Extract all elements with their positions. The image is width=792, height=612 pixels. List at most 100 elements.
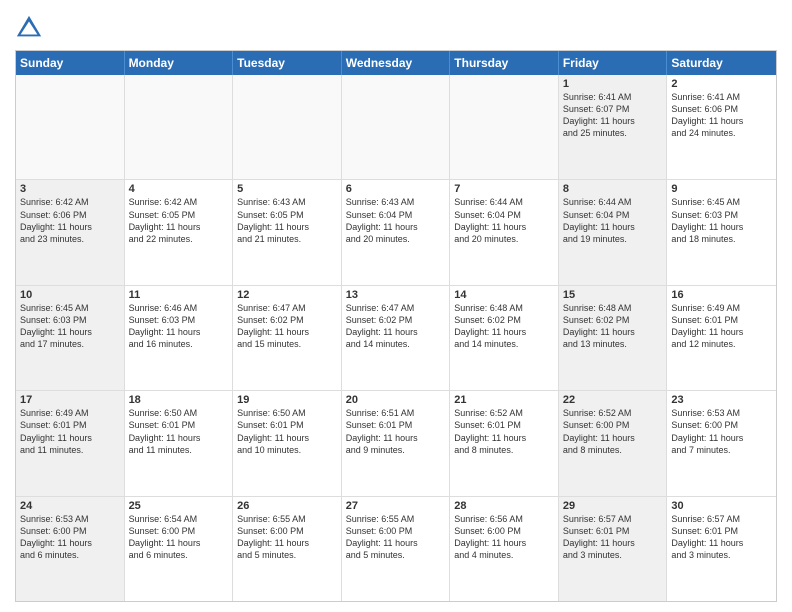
header-day: Saturday <box>667 51 776 75</box>
day-info: Sunrise: 6:42 AM Sunset: 6:06 PM Dayligh… <box>20 196 120 245</box>
calendar-cell: 25Sunrise: 6:54 AM Sunset: 6:00 PM Dayli… <box>125 497 234 601</box>
day-info: Sunrise: 6:53 AM Sunset: 6:00 PM Dayligh… <box>20 513 120 562</box>
day-number: 28 <box>454 500 554 512</box>
calendar-cell: 1Sunrise: 6:41 AM Sunset: 6:07 PM Daylig… <box>559 75 668 179</box>
calendar-cell: 13Sunrise: 6:47 AM Sunset: 6:02 PM Dayli… <box>342 286 451 390</box>
header-day: Thursday <box>450 51 559 75</box>
calendar-cell: 18Sunrise: 6:50 AM Sunset: 6:01 PM Dayli… <box>125 391 234 495</box>
day-info: Sunrise: 6:43 AM Sunset: 6:05 PM Dayligh… <box>237 196 337 245</box>
day-info: Sunrise: 6:57 AM Sunset: 6:01 PM Dayligh… <box>671 513 772 562</box>
calendar: SundayMondayTuesdayWednesdayThursdayFrid… <box>15 50 777 602</box>
calendar-header: SundayMondayTuesdayWednesdayThursdayFrid… <box>16 51 776 75</box>
calendar-cell: 6Sunrise: 6:43 AM Sunset: 6:04 PM Daylig… <box>342 180 451 284</box>
day-number: 16 <box>671 289 772 301</box>
calendar-cell: 5Sunrise: 6:43 AM Sunset: 6:05 PM Daylig… <box>233 180 342 284</box>
calendar-cell: 2Sunrise: 6:41 AM Sunset: 6:06 PM Daylig… <box>667 75 776 179</box>
day-info: Sunrise: 6:54 AM Sunset: 6:00 PM Dayligh… <box>129 513 229 562</box>
calendar-cell <box>125 75 234 179</box>
logo-icon <box>15 14 43 42</box>
day-info: Sunrise: 6:45 AM Sunset: 6:03 PM Dayligh… <box>20 302 120 351</box>
day-number: 1 <box>563 78 663 90</box>
day-info: Sunrise: 6:48 AM Sunset: 6:02 PM Dayligh… <box>563 302 663 351</box>
header <box>15 10 777 42</box>
calendar-cell: 27Sunrise: 6:55 AM Sunset: 6:00 PM Dayli… <box>342 497 451 601</box>
calendar-cell: 17Sunrise: 6:49 AM Sunset: 6:01 PM Dayli… <box>16 391 125 495</box>
day-number: 17 <box>20 394 120 406</box>
calendar-cell: 24Sunrise: 6:53 AM Sunset: 6:00 PM Dayli… <box>16 497 125 601</box>
day-info: Sunrise: 6:41 AM Sunset: 6:06 PM Dayligh… <box>671 91 772 140</box>
calendar-row: 1Sunrise: 6:41 AM Sunset: 6:07 PM Daylig… <box>16 75 776 180</box>
day-number: 30 <box>671 500 772 512</box>
day-info: Sunrise: 6:43 AM Sunset: 6:04 PM Dayligh… <box>346 196 446 245</box>
calendar-body: 1Sunrise: 6:41 AM Sunset: 6:07 PM Daylig… <box>16 75 776 601</box>
day-number: 23 <box>671 394 772 406</box>
page: SundayMondayTuesdayWednesdayThursdayFrid… <box>0 0 792 612</box>
calendar-cell: 20Sunrise: 6:51 AM Sunset: 6:01 PM Dayli… <box>342 391 451 495</box>
calendar-cell: 9Sunrise: 6:45 AM Sunset: 6:03 PM Daylig… <box>667 180 776 284</box>
day-info: Sunrise: 6:53 AM Sunset: 6:00 PM Dayligh… <box>671 407 772 456</box>
calendar-cell: 3Sunrise: 6:42 AM Sunset: 6:06 PM Daylig… <box>16 180 125 284</box>
calendar-cell: 23Sunrise: 6:53 AM Sunset: 6:00 PM Dayli… <box>667 391 776 495</box>
calendar-cell: 26Sunrise: 6:55 AM Sunset: 6:00 PM Dayli… <box>233 497 342 601</box>
day-info: Sunrise: 6:48 AM Sunset: 6:02 PM Dayligh… <box>454 302 554 351</box>
day-info: Sunrise: 6:44 AM Sunset: 6:04 PM Dayligh… <box>563 196 663 245</box>
calendar-cell: 22Sunrise: 6:52 AM Sunset: 6:00 PM Dayli… <box>559 391 668 495</box>
day-number: 18 <box>129 394 229 406</box>
calendar-row: 3Sunrise: 6:42 AM Sunset: 6:06 PM Daylig… <box>16 180 776 285</box>
calendar-cell: 12Sunrise: 6:47 AM Sunset: 6:02 PM Dayli… <box>233 286 342 390</box>
calendar-cell: 21Sunrise: 6:52 AM Sunset: 6:01 PM Dayli… <box>450 391 559 495</box>
day-info: Sunrise: 6:47 AM Sunset: 6:02 PM Dayligh… <box>346 302 446 351</box>
day-info: Sunrise: 6:55 AM Sunset: 6:00 PM Dayligh… <box>346 513 446 562</box>
day-info: Sunrise: 6:57 AM Sunset: 6:01 PM Dayligh… <box>563 513 663 562</box>
day-info: Sunrise: 6:56 AM Sunset: 6:00 PM Dayligh… <box>454 513 554 562</box>
day-info: Sunrise: 6:47 AM Sunset: 6:02 PM Dayligh… <box>237 302 337 351</box>
calendar-cell <box>450 75 559 179</box>
day-number: 10 <box>20 289 120 301</box>
day-info: Sunrise: 6:46 AM Sunset: 6:03 PM Dayligh… <box>129 302 229 351</box>
day-number: 7 <box>454 183 554 195</box>
day-number: 26 <box>237 500 337 512</box>
calendar-cell: 11Sunrise: 6:46 AM Sunset: 6:03 PM Dayli… <box>125 286 234 390</box>
header-day: Wednesday <box>342 51 451 75</box>
day-number: 14 <box>454 289 554 301</box>
day-number: 8 <box>563 183 663 195</box>
logo <box>15 14 45 42</box>
day-number: 21 <box>454 394 554 406</box>
calendar-cell: 28Sunrise: 6:56 AM Sunset: 6:00 PM Dayli… <box>450 497 559 601</box>
day-info: Sunrise: 6:50 AM Sunset: 6:01 PM Dayligh… <box>129 407 229 456</box>
calendar-cell <box>16 75 125 179</box>
day-info: Sunrise: 6:52 AM Sunset: 6:00 PM Dayligh… <box>563 407 663 456</box>
calendar-cell: 19Sunrise: 6:50 AM Sunset: 6:01 PM Dayli… <box>233 391 342 495</box>
day-info: Sunrise: 6:55 AM Sunset: 6:00 PM Dayligh… <box>237 513 337 562</box>
calendar-cell <box>233 75 342 179</box>
calendar-row: 24Sunrise: 6:53 AM Sunset: 6:00 PM Dayli… <box>16 497 776 601</box>
day-number: 19 <box>237 394 337 406</box>
day-number: 27 <box>346 500 446 512</box>
day-number: 15 <box>563 289 663 301</box>
day-info: Sunrise: 6:49 AM Sunset: 6:01 PM Dayligh… <box>671 302 772 351</box>
day-info: Sunrise: 6:50 AM Sunset: 6:01 PM Dayligh… <box>237 407 337 456</box>
day-info: Sunrise: 6:44 AM Sunset: 6:04 PM Dayligh… <box>454 196 554 245</box>
calendar-cell: 14Sunrise: 6:48 AM Sunset: 6:02 PM Dayli… <box>450 286 559 390</box>
calendar-cell: 8Sunrise: 6:44 AM Sunset: 6:04 PM Daylig… <box>559 180 668 284</box>
calendar-cell: 15Sunrise: 6:48 AM Sunset: 6:02 PM Dayli… <box>559 286 668 390</box>
calendar-cell: 29Sunrise: 6:57 AM Sunset: 6:01 PM Dayli… <box>559 497 668 601</box>
day-info: Sunrise: 6:49 AM Sunset: 6:01 PM Dayligh… <box>20 407 120 456</box>
day-number: 12 <box>237 289 337 301</box>
header-day: Friday <box>559 51 668 75</box>
day-number: 3 <box>20 183 120 195</box>
day-number: 20 <box>346 394 446 406</box>
calendar-row: 10Sunrise: 6:45 AM Sunset: 6:03 PM Dayli… <box>16 286 776 391</box>
day-info: Sunrise: 6:42 AM Sunset: 6:05 PM Dayligh… <box>129 196 229 245</box>
day-number: 9 <box>671 183 772 195</box>
calendar-cell: 16Sunrise: 6:49 AM Sunset: 6:01 PM Dayli… <box>667 286 776 390</box>
day-info: Sunrise: 6:41 AM Sunset: 6:07 PM Dayligh… <box>563 91 663 140</box>
day-number: 25 <box>129 500 229 512</box>
day-info: Sunrise: 6:51 AM Sunset: 6:01 PM Dayligh… <box>346 407 446 456</box>
day-number: 11 <box>129 289 229 301</box>
header-day: Tuesday <box>233 51 342 75</box>
day-number: 5 <box>237 183 337 195</box>
day-number: 6 <box>346 183 446 195</box>
calendar-cell <box>342 75 451 179</box>
day-number: 29 <box>563 500 663 512</box>
